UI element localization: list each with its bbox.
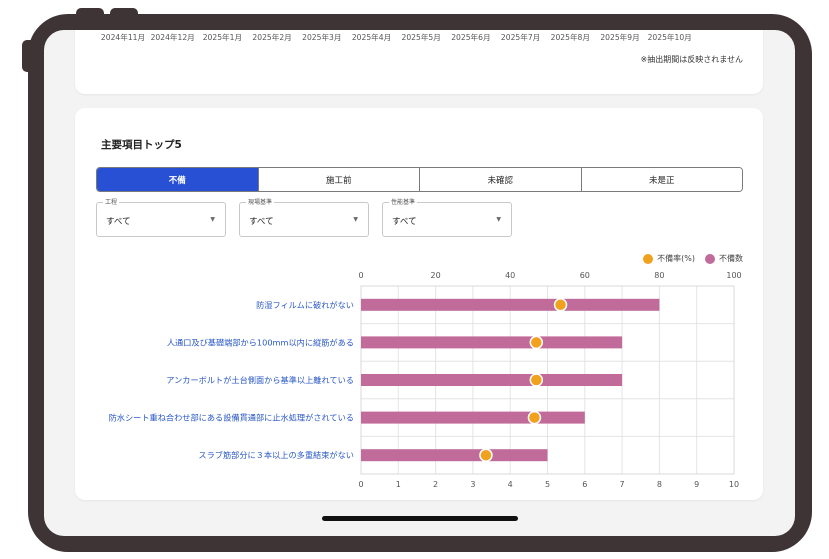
period-chart-card: 2024年11月 2024年12月 2025年1月 2025年2月 2025年3月 202… (75, 30, 763, 94)
bottom-axis-tick-label: 1 (396, 480, 401, 489)
month-label: 2025年8月 (550, 33, 590, 42)
month-label: 2025年1月 (202, 33, 243, 42)
month-label: 2024年12月 (150, 33, 195, 42)
month-label: 2025年6月 (451, 33, 491, 42)
bottom-axis-tick-label: 3 (470, 480, 475, 489)
month-label: 2025年2月 (252, 33, 292, 42)
point-defect-rate (527, 410, 542, 425)
period-note: ※抽出期間は反映されません (640, 55, 743, 64)
tablet-screen: 2024年11月 2024年12月 2025年1月 2025年2月 2025年3月 202… (44, 30, 795, 536)
category-label: アンカーボルトが土台側面から基準以上離れている (166, 375, 354, 385)
bottom-axis-tick-label: 6 (582, 480, 587, 489)
bottom-axis-tick-label: 7 (620, 480, 625, 489)
bottom-axis-tick-label: 8 (657, 480, 662, 489)
home-indicator (322, 516, 518, 521)
month-label: 2025年7月 (500, 33, 541, 42)
bottom-axis-tick-label: 9 (694, 480, 699, 489)
month-label: 2025年10月 (647, 33, 692, 42)
bar-defect-count (361, 411, 585, 424)
point-defect-rate (553, 298, 568, 312)
month-label: 2025年3月 (302, 33, 342, 42)
top-axis-tick-label: 0 (358, 271, 363, 280)
month-label: 2025年9月 (600, 33, 640, 42)
month-axis: 2024年11月 2024年12月 2025年1月 2025年2月 2025年3月 202… (101, 32, 763, 44)
top-axis-tick-label: 80 (654, 271, 664, 280)
month-label: 2025年5月 (401, 33, 441, 42)
top5-card: 主要項目トップ5 不備 施工前 未確認 未是正 工程 すべて ▼ 現場基準 すべ… (75, 108, 763, 500)
bottom-axis-tick-label: 10 (729, 480, 739, 489)
bottom-axis-tick-label: 2 (433, 480, 438, 489)
top-axis-tick-label: 20 (431, 271, 441, 280)
top5-bar-chart: 0 20 40 60 80 100 0 1 2 3 4 5 6 7 8 9 10 防湿フィルムに破れがない人通口及… (109, 271, 742, 489)
point-defect-rate (529, 373, 544, 387)
bar-defect-count (361, 449, 548, 462)
point-defect-rate (479, 448, 493, 462)
bar-defect-count (361, 374, 623, 386)
category-label: 人通口及び基礎端部から100mm以内に縦筋がある (167, 337, 354, 347)
category-label: スラブ筋部分に３本以上の多重結束がない (198, 450, 354, 460)
top-axis-tick-label: 60 (580, 271, 590, 280)
bottom-axis-tick-label: 0 (358, 480, 363, 489)
bar-defect-count (361, 298, 660, 311)
bottom-axis-tick-label: 4 (508, 480, 513, 489)
category-label: 防水シート重ね合わせ部にある設備貫通部に止水処理がされている (109, 413, 354, 423)
bottom-axis-tick-label: 5 (545, 480, 550, 489)
month-label: 2024年11月 (100, 33, 146, 42)
top-axis-tick-label: 40 (505, 271, 515, 280)
point-defect-rate (529, 335, 544, 350)
bar-defect-count (361, 336, 623, 349)
month-label: 2025年4月 (351, 33, 392, 42)
category-label: 防湿フィルムに破れがない (256, 300, 354, 310)
top-axis-tick-label: 100 (726, 271, 741, 280)
